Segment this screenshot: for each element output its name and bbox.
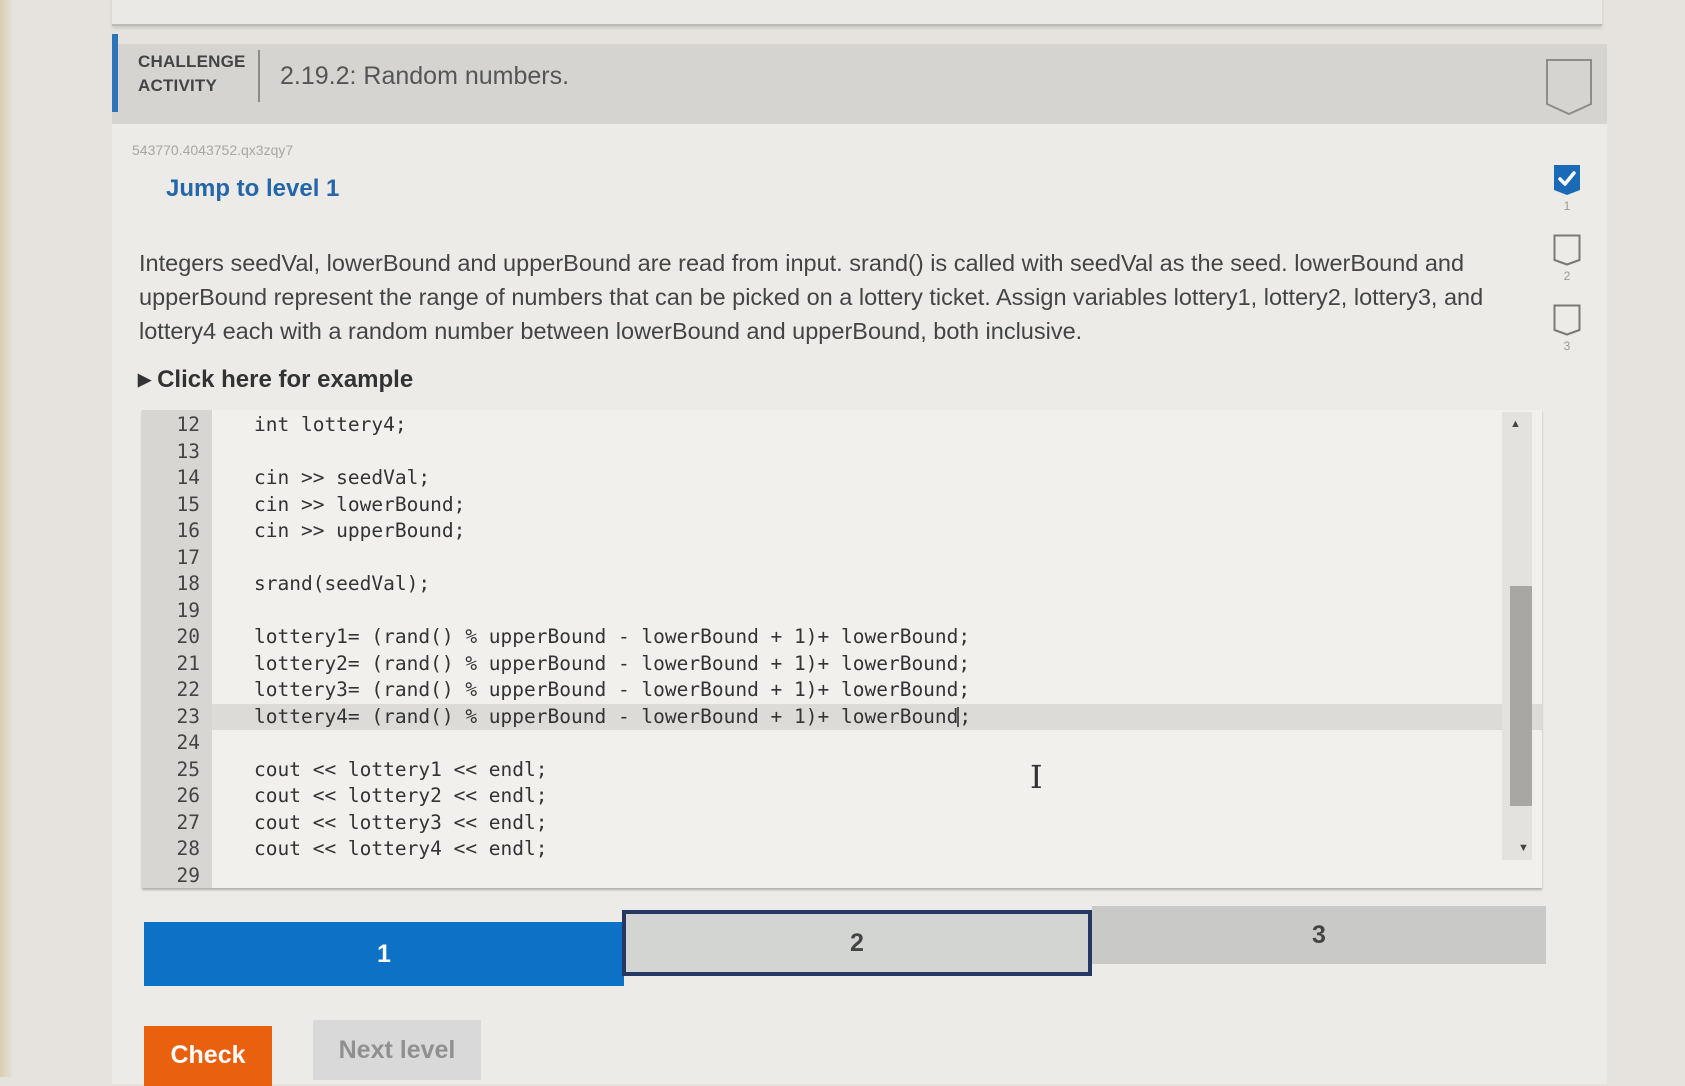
code-text[interactable]: int lottery4; xyxy=(254,412,407,439)
code-text[interactable]: cin >> lowerBound; xyxy=(254,492,465,519)
level-item-2[interactable]: 2 xyxy=(1547,234,1587,304)
code-line[interactable]: 13 xyxy=(142,439,1512,466)
code-text[interactable]: lottery2= (rand() % upperBound - lowerBo… xyxy=(254,651,970,678)
instructions-text: Integers seedVal, lowerBound and upperBo… xyxy=(139,250,1484,344)
line-number: 24 xyxy=(176,731,200,754)
line-number: 15 xyxy=(176,492,200,516)
level-check-icon xyxy=(1554,165,1580,195)
code-line[interactable]: 19 xyxy=(142,598,1512,625)
activity-kind-line2: ACTIVITY xyxy=(138,76,218,95)
level-number: 3 xyxy=(1563,339,1571,353)
activity-completion-badge-icon xyxy=(1545,58,1592,116)
check-button[interactable]: Check xyxy=(144,1026,272,1086)
code-line[interactable]: 29 xyxy=(142,863,1512,889)
code-line[interactable]: 18 srand(seedVal); xyxy=(142,571,1512,598)
code-line[interactable]: 22 lottery3= (rand() % upperBound - lower… xyxy=(142,677,1512,704)
code-line[interactable]: 20 lottery1= (rand() % upperBound - lower… xyxy=(142,624,1512,651)
line-number: 12 xyxy=(176,413,200,436)
line-number: 13 xyxy=(176,439,200,463)
line-number: 17 xyxy=(176,545,200,569)
code-line[interactable]: 14 cin >> seedVal; xyxy=(142,465,1512,492)
progress-segment-1[interactable]: 1 xyxy=(144,922,624,986)
level-empty-icon xyxy=(1553,304,1581,336)
code-text[interactable]: lottery3= (rand() % upperBound - lowerBo… xyxy=(254,677,970,704)
editor-scrollbar[interactable]: ▲ ▼ xyxy=(1502,412,1532,860)
code-text[interactable]: lottery4= (rand() % upperBound - lowerBo… xyxy=(254,704,971,731)
code-line[interactable]: 12 int lottery4; xyxy=(142,412,1512,439)
line-number: 16 xyxy=(176,519,200,542)
code-text[interactable]: cout << lottery3 << endl; xyxy=(254,810,548,837)
level-progress-bar: 1 2 3 xyxy=(144,906,1546,986)
code-line[interactable]: 25 cout << lottery1 << endl; xyxy=(142,757,1512,784)
code-line[interactable]: 27 cout << lottery3 << endl; xyxy=(142,810,1512,837)
level-empty-icon xyxy=(1553,234,1581,266)
level-item-1[interactable]: 1 xyxy=(1547,164,1587,234)
code-text[interactable]: lottery1= (rand() % upperBound - lowerBo… xyxy=(254,624,970,651)
line-number: 23 xyxy=(176,704,200,728)
activity-title: 2.19.2: Random numbers. xyxy=(280,62,570,90)
line-number: 27 xyxy=(176,810,200,834)
progress-segment-2[interactable]: 2 xyxy=(622,910,1092,976)
text-caret xyxy=(957,707,960,727)
expand-triangle-icon: ▶ xyxy=(138,370,152,389)
page-edge xyxy=(0,0,14,1077)
code-text[interactable]: srand(seedVal); xyxy=(254,571,430,598)
line-number: 22 xyxy=(176,678,200,701)
code-line[interactable]: 26 cout << lottery2 << endl; xyxy=(142,783,1512,810)
header-accent-bar xyxy=(112,34,118,112)
line-number: 21 xyxy=(176,651,200,675)
level-number: 1 xyxy=(1563,199,1571,213)
header-divider xyxy=(258,50,260,102)
scroll-up-arrow-icon[interactable]: ▲ xyxy=(1510,418,1521,430)
line-number: 29 xyxy=(176,863,200,887)
example-toggle[interactable]: ▶ Click here for example xyxy=(138,366,413,394)
code-text[interactable]: cout << lottery1 << endl; xyxy=(254,757,548,784)
line-number: 28 xyxy=(176,837,200,860)
level-number: 2 xyxy=(1563,269,1571,283)
code-line[interactable]: 28 cout << lottery4 << endl; xyxy=(142,836,1512,863)
level-item-3[interactable]: 3 xyxy=(1547,304,1587,374)
code-line[interactable]: 17 xyxy=(142,545,1512,572)
code-text[interactable]: cout << lottery2 << endl; xyxy=(254,783,548,810)
text-cursor-icon: I xyxy=(1030,758,1043,796)
example-toggle-label: Click here for example xyxy=(157,366,414,393)
level-list: 1 2 3 xyxy=(1547,164,1587,374)
activity-kind-line1: CHALLENGE xyxy=(138,52,246,71)
scroll-down-arrow-icon[interactable]: ▼ xyxy=(1518,842,1529,854)
previous-card-edge xyxy=(112,0,1602,26)
line-number: 26 xyxy=(176,784,200,807)
activity-id: 543770.4043752.qx3zqy7 xyxy=(132,142,294,158)
code-text[interactable]: cout << lottery4 << endl; xyxy=(254,836,548,863)
code-line[interactable]: 15 cin >> lowerBound; xyxy=(142,492,1512,519)
line-number: 19 xyxy=(176,598,200,622)
scroll-thumb[interactable] xyxy=(1510,586,1532,806)
code-editor[interactable]: 12 int lottery4; 13 14 cin >> seedVal; 15 cin … xyxy=(142,410,1542,888)
code-line[interactable]: 16 cin >> upperBound; xyxy=(142,518,1512,545)
code-line[interactable]: 24 xyxy=(142,730,1512,757)
activity-kind-label: CHALLENGE ACTIVITY xyxy=(138,50,246,98)
code-text[interactable]: cin >> upperBound; xyxy=(254,518,465,545)
line-number: 14 xyxy=(176,466,200,489)
next-level-button[interactable]: Next level xyxy=(313,1020,481,1080)
line-number: 18 xyxy=(176,572,200,595)
jump-to-level-link[interactable]: Jump to level 1 xyxy=(166,175,339,203)
line-number: 20 xyxy=(176,625,200,648)
code-text[interactable]: cin >> seedVal; xyxy=(254,465,430,492)
code-line[interactable]: 23 lottery4= (rand() % upperBound - lower… xyxy=(177,703,1542,731)
code-line[interactable]: 21 lottery2= (rand() % upperBound - lower… xyxy=(142,651,1512,678)
line-number: 25 xyxy=(176,757,200,781)
progress-segment-3[interactable]: 3 xyxy=(1092,906,1546,964)
